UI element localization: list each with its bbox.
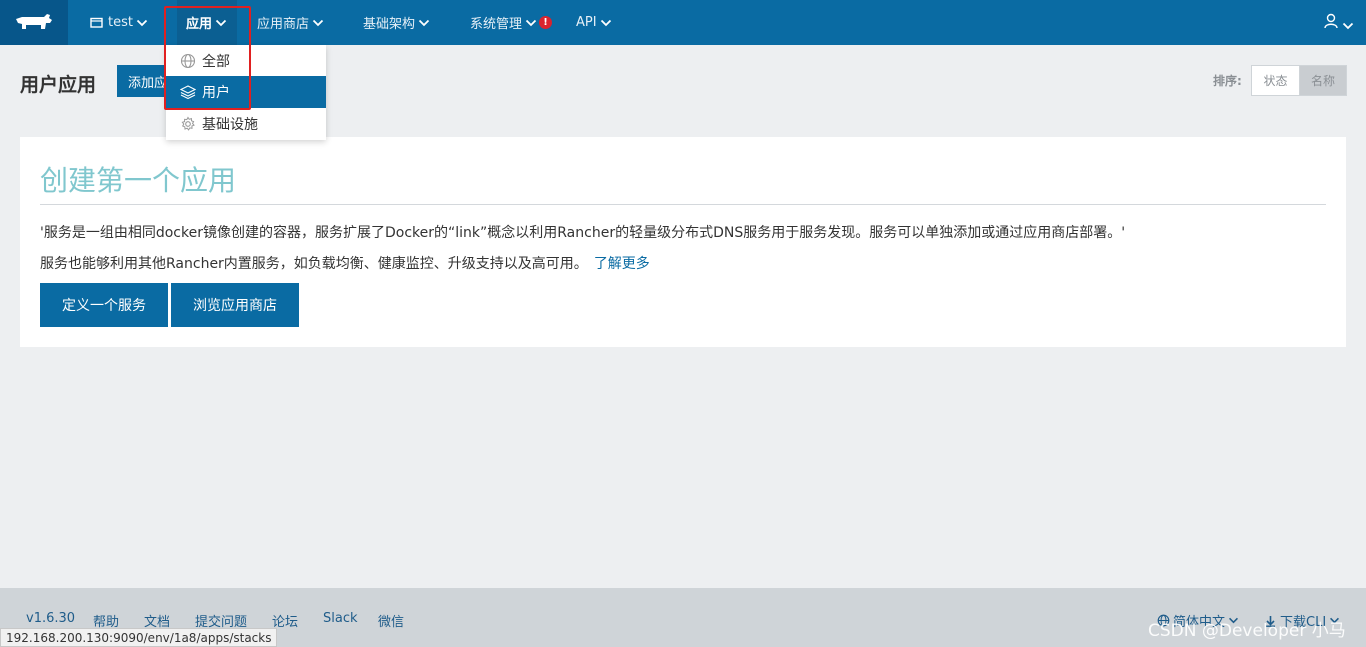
define-service-button[interactable]: 定义一个服务 — [40, 283, 168, 327]
card-title: 创建第一个应用 — [40, 164, 237, 197]
env-selector[interactable]: test — [90, 0, 148, 45]
chevron-down-icon[interactable] — [1342, 15, 1354, 34]
card-description: '服务是一组由相同docker镜像创建的容器，服务扩展了Docker的“link… — [40, 225, 1126, 241]
footer-version-link[interactable]: v1.6.30 — [26, 611, 75, 626]
nav-infrastructure[interactable]: 基础架构 — [363, 0, 430, 45]
dropdown-item-user[interactable]: 用户 — [166, 76, 326, 108]
sort-by-name-button[interactable]: 名称 — [1299, 66, 1346, 95]
nav-catalog-label: 应用商店 — [257, 17, 310, 32]
gear-icon — [180, 116, 196, 132]
card-description-text: 服务也能够利用其他Rancher内置服务，如负载均衡、健康监控、升级支持以及高可… — [40, 256, 588, 272]
nav-admin-label: 系统管理 — [470, 17, 523, 32]
dropdown-item-label: 基础设施 — [202, 117, 258, 133]
rancher-logo[interactable] — [0, 0, 68, 45]
sort-by-state-button[interactable]: 状态 — [1252, 66, 1299, 95]
divider — [40, 204, 1326, 205]
user-icon[interactable] — [1324, 13, 1338, 33]
globe-icon — [180, 53, 196, 69]
empty-state-card: 创建第一个应用 '服务是一组由相同docker镜像创建的容器，服务扩展了Dock… — [20, 137, 1346, 347]
page-title: 用户应用 — [20, 74, 97, 96]
window-icon — [90, 17, 103, 28]
chevron-down-icon — [312, 19, 324, 27]
learn-more-link[interactable]: 了解更多 — [594, 256, 650, 272]
cow-logo-icon — [16, 13, 52, 29]
nav-infrastructure-label: 基础架构 — [363, 17, 416, 32]
nav-admin[interactable]: 系统管理 ! — [470, 0, 553, 45]
dropdown-item-label: 用户 — [202, 85, 230, 101]
apps-dropdown-menu: 全部 用户 基础设施 — [166, 45, 326, 140]
dropdown-item-infrastructure[interactable]: 基础设施 — [166, 108, 326, 140]
footer-wechat-link[interactable]: 微信 — [378, 611, 404, 630]
sort-label: 排序: — [1213, 74, 1242, 88]
chevron-down-icon — [215, 19, 227, 27]
layers-icon — [180, 84, 196, 100]
dropdown-item-all[interactable]: 全部 — [166, 45, 326, 76]
chevron-down-icon — [525, 19, 537, 27]
top-navbar: test 应用 应用商店 基础架构 系统管理 ! API — [0, 0, 1366, 45]
nav-catalog[interactable]: 应用商店 — [257, 0, 324, 45]
chevron-down-icon — [136, 19, 148, 27]
nav-apps[interactable]: 应用 — [177, 0, 237, 45]
footer-slack-link[interactable]: Slack — [323, 611, 358, 626]
browser-status-url: 192.168.200.130:9090/env/1a8/apps/stacks — [0, 628, 278, 647]
env-label: test — [108, 15, 133, 30]
dropdown-item-label: 全部 — [202, 53, 230, 70]
chevron-down-icon — [600, 19, 612, 27]
nav-apps-label: 应用 — [186, 17, 213, 32]
sort-toggle-group: 状态 名称 — [1251, 65, 1347, 96]
chevron-down-icon — [418, 19, 430, 27]
watermark: CSDN @Developer 小马 — [1148, 621, 1346, 641]
nav-api[interactable]: API — [576, 0, 612, 45]
browse-catalog-button[interactable]: 浏览应用商店 — [171, 283, 299, 327]
nav-api-label: API — [576, 15, 597, 30]
card-description-2: 服务也能够利用其他Rancher内置服务，如负载均衡、健康监控、升级支持以及高可… — [40, 253, 650, 273]
alert-badge: ! — [539, 16, 553, 29]
